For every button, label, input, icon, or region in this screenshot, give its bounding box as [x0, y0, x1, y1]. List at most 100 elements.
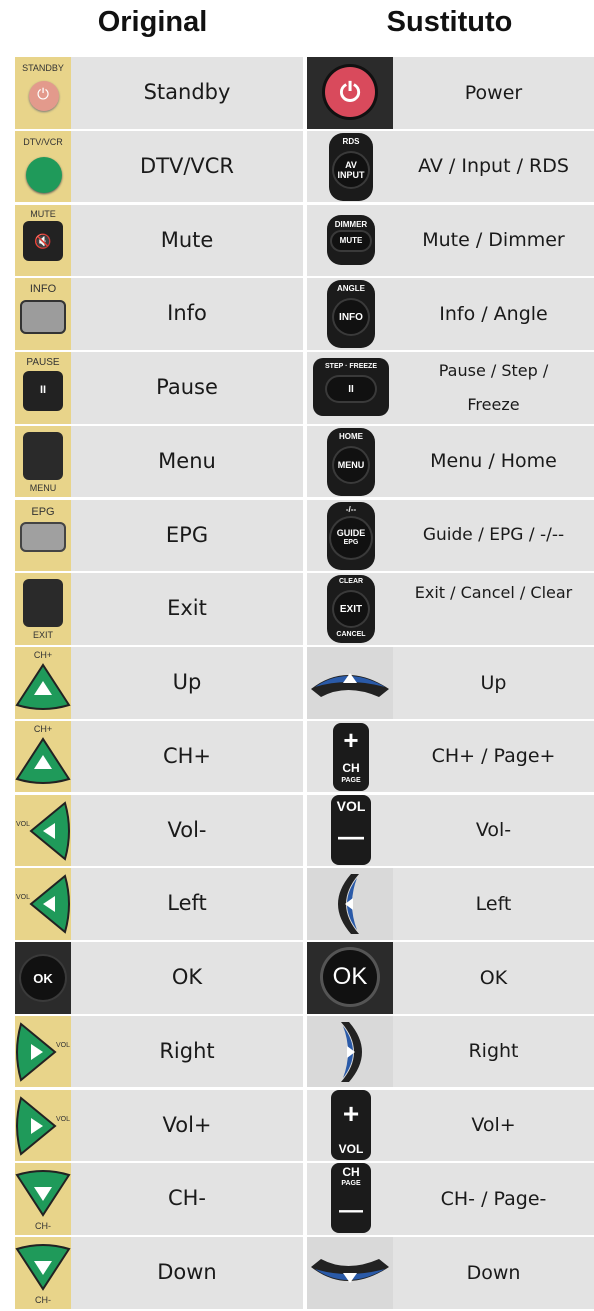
right-triangle-icon [16, 1022, 57, 1082]
right-arrow-button-icon: VOL [15, 1015, 71, 1088]
pause-icon: II [327, 377, 375, 401]
power-icon: ⏻ [37, 86, 49, 103]
guide-epg-button-icon: -/-- GUIDE EPG [307, 500, 393, 572]
mute-button-icon: MUTE 🔇 [15, 204, 71, 276]
up-triangle-icon [311, 673, 389, 697]
vol-plus-button-icon: VOL [15, 1089, 71, 1161]
info-angle-button-icon: ANGLE INFO [307, 278, 393, 350]
table-row: VOL Vol- VOL — Vol- [15, 794, 594, 867]
substitute-label: CH+ / Page+ [431, 745, 556, 768]
pause-icon: II [39, 384, 47, 396]
substitute-label: OK [479, 966, 508, 989]
table-row: CH- CH- CH PAGE — CH- / Page- [15, 1163, 594, 1235]
original-label: Menu [158, 448, 216, 473]
table-row: PAUSE II Pause STEP · FREEZE II Pause / … [15, 352, 594, 424]
original-label: CH+ [162, 743, 212, 768]
table-row: INFO Info ANGLE INFO Info / Angle [15, 278, 594, 350]
plus-icon: + [342, 1097, 360, 1129]
mute-dimmer-button-icon: DIMMER MUTE [307, 205, 393, 277]
substitute-label: Guide / EPG / -/-- [422, 524, 565, 545]
table-row: EPG EPG -/-- GUIDE EPG Guide / EPG / -/-… [15, 499, 594, 572]
table-row: CH+ Up Up [15, 647, 594, 719]
substitute-label: Exit / Cancel / Clear [414, 583, 573, 603]
left-arrow-button-icon [307, 868, 393, 940]
original-label: Left [167, 891, 207, 916]
minus-icon: — [339, 1197, 363, 1225]
original-label: Up [172, 670, 202, 694]
left-triangle-icon [29, 800, 70, 861]
original-label: DTV/VCR [139, 153, 235, 178]
original-label: Pause [156, 375, 218, 399]
mute-icon: 🔇 [34, 232, 52, 249]
right-arrow-button-icon [307, 1015, 393, 1088]
plus-icon: + [343, 724, 359, 755]
power-button-icon: ⏻ [307, 57, 393, 129]
substitute-cell: ⏻ Power [307, 57, 594, 129]
original-label: Info [167, 301, 207, 326]
pause-button-icon: PAUSE II [15, 352, 71, 424]
original-label: OK [171, 965, 203, 989]
table-row: VOL Right Right [15, 1015, 594, 1088]
left-triangle-icon [29, 874, 70, 934]
table-row: EXIT Exit CLEAR EXIT CANCEL Exit / Cance… [15, 573, 594, 645]
down-triangle-icon [311, 1259, 389, 1283]
original-label: Vol- [167, 817, 207, 842]
original-label: Exit [167, 596, 207, 621]
mapping-table: STANDBY ⏻ Standby ⏻ Power DTV/VCR DTV/VC… [15, 57, 594, 1311]
substitute-label: CH- / Page- [440, 1187, 547, 1210]
table-row: STANDBY ⏻ Standby ⏻ Power [15, 57, 594, 129]
substitute-label: Vol- [475, 819, 512, 841]
up-triangle-icon [15, 663, 71, 710]
left-arrow-button-icon: VOL [15, 868, 71, 940]
substitute-label: Pause / Step / Freeze [438, 360, 549, 414]
dtv-vcr-button-icon: DTV/VCR [15, 130, 71, 203]
original-cell: STANDBY ⏻ Standby [15, 57, 303, 129]
header: Original Sustituto [0, 0, 594, 56]
table-row: CH+ CH+ + CH PAGE CH+ / Page+ [15, 720, 594, 793]
substitute-label: Menu / Home [430, 450, 557, 473]
ch-page-minus-button-icon: CH PAGE — [307, 1163, 393, 1235]
vol-minus-button-icon: VOL — [307, 794, 393, 867]
table-row: DTV/VCR DTV/VCR RDS AV INPUT AV / Input … [15, 130, 594, 203]
table-row: VOL Left Left [15, 868, 594, 940]
vol-plus-button-icon: + VOL [307, 1089, 393, 1162]
exit-cancel-clear-button-icon: CLEAR EXIT CANCEL [307, 573, 393, 645]
right-triangle-icon [16, 1095, 57, 1156]
exit-button-icon: EXIT [15, 573, 71, 645]
substitute-label: Down [466, 1261, 521, 1284]
pause-step-freeze-button-icon: STEP · FREEZE II [307, 352, 393, 424]
ok-button-icon: OK [15, 942, 71, 1014]
ch-page-plus-button-icon: + CH PAGE [307, 721, 393, 793]
standby-button-icon: STANDBY ⏻ [15, 57, 71, 129]
up-triangle-icon [15, 736, 71, 784]
substitute-label: Up [480, 671, 507, 694]
substitute-label: Info / Angle [439, 302, 548, 325]
original-label: EPG [165, 522, 209, 547]
original-label: Down [157, 1260, 217, 1284]
menu-home-button-icon: HOME MENU [307, 426, 393, 498]
original-label: Vol+ [162, 1112, 212, 1137]
table-row: MENU Menu HOME MENU Menu / Home [15, 425, 594, 498]
menu-button-icon: MENU [15, 425, 71, 498]
table-row: MUTE 🔇 Mute DIMMER MUTE Mute / Dimmer [15, 204, 594, 277]
ch-plus-button-icon: CH+ [15, 720, 71, 793]
substitute-label: Vol+ [471, 1114, 516, 1136]
av-input-button-icon: RDS AV INPUT [307, 131, 393, 203]
table-row: OK OK OK OK [15, 942, 594, 1014]
original-label: CH- [167, 1186, 207, 1211]
table-row: VOL Vol+ + VOL Vol+ [15, 1089, 594, 1162]
down-arrow-button-icon: CH- [15, 1237, 71, 1309]
substitute-label: Power [464, 81, 523, 104]
substitute-label: Right [468, 1040, 519, 1063]
vol-minus-button-icon: VOL [15, 794, 71, 866]
original-label: Mute [160, 227, 214, 252]
up-arrow-button-icon [307, 647, 393, 719]
original-label: Standby [143, 80, 231, 104]
substitute-label: Left [475, 892, 512, 915]
ok-button-icon: OK [307, 942, 393, 1014]
original-label: Right [159, 1038, 215, 1063]
minus-icon: — [338, 820, 364, 851]
substitute-label: Mute / Dimmer [422, 229, 565, 251]
substitute-label: AV / Input / RDS [418, 155, 569, 178]
ch-minus-button-icon: CH- [15, 1163, 71, 1235]
